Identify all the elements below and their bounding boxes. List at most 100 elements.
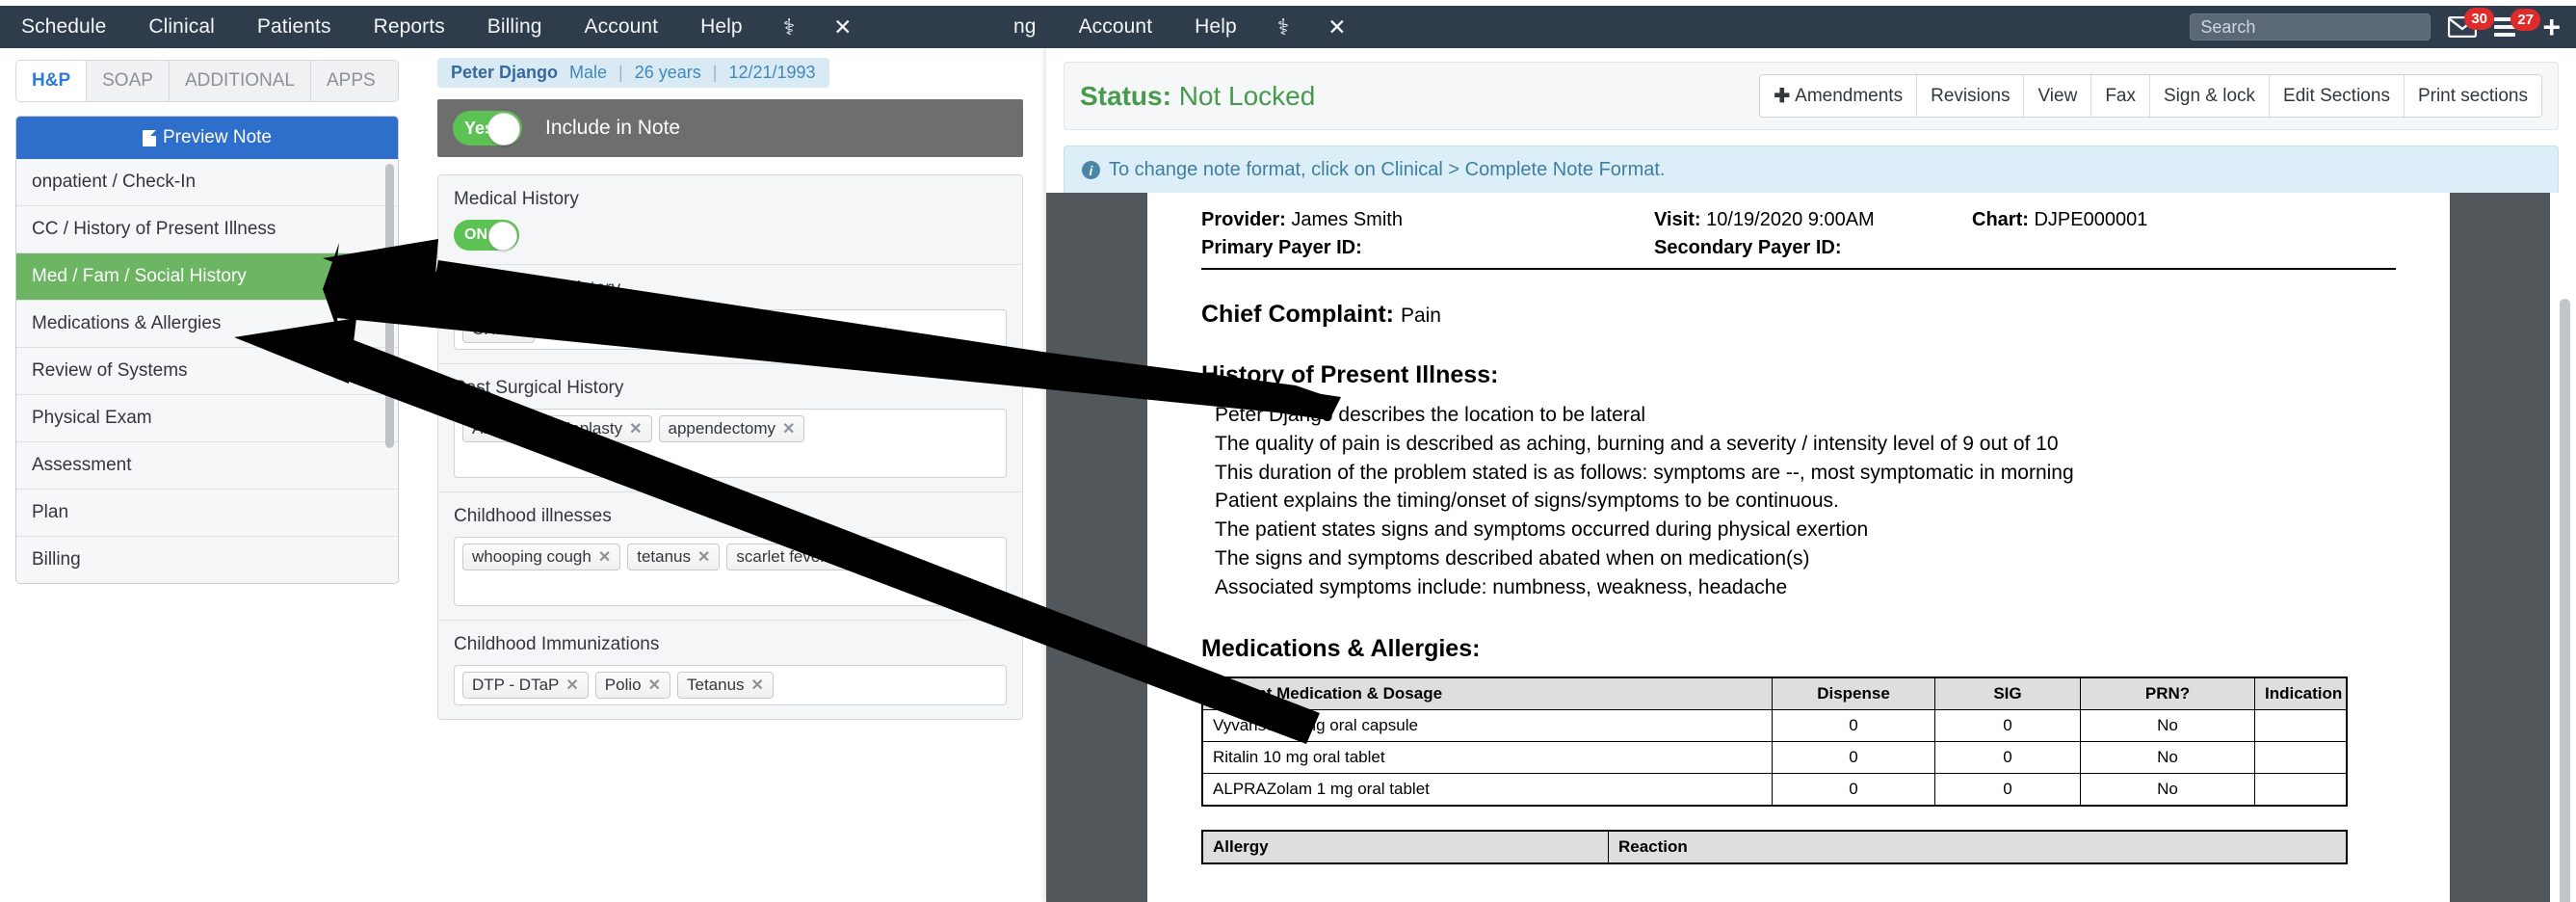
patient-banner[interactable]: Peter Django Male | 26 years | 12/21/199… (437, 58, 829, 88)
childhood-immunizations-input[interactable]: DTP - DTaP ✕ Polio ✕ Tetanus ✕ (454, 665, 1007, 705)
childhood-immunizations-title: Childhood Immunizations (454, 634, 660, 654)
nav-link-clinical[interactable]: Clinical (127, 15, 236, 39)
provider-label: Provider: (1201, 209, 1286, 230)
chart-field: Chart: DJPE000001 (1972, 206, 2396, 234)
medical-history-toggle[interactable]: ON (454, 220, 519, 251)
patient-name: Peter Django (451, 63, 559, 82)
toggle-knob (487, 113, 520, 146)
medications-allergies-heading: Medications & Allergies: (1201, 634, 1481, 662)
document-icon (143, 129, 156, 146)
tasks-menu-button[interactable]: 27 (2494, 9, 2540, 37)
tag-tetanus[interactable]: tetanus ✕ (627, 544, 721, 570)
tag-label: AP (472, 419, 494, 438)
nav-link-schedule[interactable]: Schedule (0, 15, 127, 39)
add-icon[interactable]: + (2542, 12, 2561, 43)
childhood-illnesses-block: Childhood illnesses whooping cough ✕ tet… (438, 492, 1022, 621)
fax-button[interactable]: Fax (2091, 75, 2150, 117)
sidebar-item-review-of-systems[interactable]: Review of Systems (16, 348, 398, 395)
chart-value: DJPE000001 (2034, 209, 2148, 230)
sidebar-item-cc-hpi[interactable]: CC / History of Present Illness (16, 206, 398, 253)
tag-whooping-cough[interactable]: whooping cough ✕ (462, 544, 621, 570)
note-document-body: Provider: James Smith Visit: 10/19/2020 … (1147, 193, 2450, 864)
tag-scarlet-fever[interactable]: scarlet fever ✕ (726, 544, 855, 570)
tab-additional[interactable]: ADDITIONAL (169, 61, 311, 101)
sidebar-item-plan[interactable]: Plan (16, 490, 398, 537)
search-input[interactable]: Search (2190, 13, 2431, 40)
tag-ap[interactable]: AP ✕ (462, 415, 524, 442)
sidebar-item-onpatient-checkin[interactable]: onpatient / Check-In (16, 159, 398, 206)
past-surgical-history-title: Past Surgical History (454, 378, 624, 398)
nav-link-account[interactable]: Account (564, 15, 680, 39)
tab-apps[interactable]: APPS (310, 61, 391, 101)
revisions-button[interactable]: Revisions (1917, 75, 2025, 117)
tag-tetanus-immunization[interactable]: Tetanus ✕ (677, 672, 774, 699)
medication-sig: 0 (1934, 708, 2081, 742)
tag-chf[interactable]: CHF ✕ (462, 316, 536, 343)
amendments-button[interactable]: ✚ Amendments (1760, 75, 1918, 117)
medication-dispense: 0 (1772, 740, 1935, 774)
hpi-line: Associated symptoms include: numbness, w… (1215, 575, 1788, 598)
tag-label: Tetanus (687, 676, 745, 694)
tag-label: appendectomy (668, 419, 776, 438)
caduceus-icon[interactable]: ⚕ (764, 15, 814, 39)
sidebar-scrollbar[interactable] (385, 164, 394, 448)
sidebar-item-med-fam-social-history[interactable]: Med / Fam / Social History (16, 253, 398, 301)
caduceus-icon[interactable]: ⚕ (1258, 15, 1308, 39)
info-icon: i (1082, 161, 1100, 179)
print-sections-button[interactable]: Print sections (2404, 75, 2541, 117)
remove-tag-icon[interactable]: ✕ (832, 547, 845, 567)
childhood-immunizations-block: Childhood Immunizations DTP - DTaP ✕ Pol… (438, 621, 1022, 719)
tag-dtp-dtap[interactable]: DTP - DTaP ✕ (462, 672, 589, 699)
past-medical-history-input[interactable]: CHF ✕ (454, 309, 1007, 350)
document-scrollbar[interactable] (2560, 299, 2570, 902)
sidebar-item-physical-exam[interactable]: Physical Exam (16, 395, 398, 442)
nav-link-help[interactable]: Help (679, 15, 764, 39)
medication-dispense: 0 (1772, 708, 1935, 742)
sign-and-lock-button[interactable]: Sign & lock (2150, 75, 2271, 117)
edit-sections-button[interactable]: Edit Sections (2270, 75, 2405, 117)
nav-link-help[interactable]: Help (1173, 15, 1258, 39)
table-row: ALPRAZolam 1 mg oral tablet 0 0 No (1201, 772, 2348, 807)
allergy-table: Allergy Reaction (1201, 829, 2348, 864)
medication-sig: 0 (1934, 740, 2081, 774)
meta-spacer (1972, 234, 2396, 262)
close-icon[interactable]: ✕ (1308, 15, 1365, 39)
medication-indication (2254, 772, 2348, 807)
sidebar-item-assessment[interactable]: Assessment (16, 442, 398, 490)
childhood-illnesses-input[interactable]: whooping cough ✕ tetanus ✕ scarlet fever… (454, 537, 1007, 606)
past-surgical-history-input[interactable]: AP ✕ angioplasty ✕ appendectomy ✕ (454, 409, 1007, 478)
past-medical-history-title: Past Medical History (454, 279, 621, 299)
preview-note-button[interactable]: Preview Note (16, 117, 398, 159)
tag-polio[interactable]: Polio ✕ (594, 672, 670, 699)
remove-tag-icon[interactable]: ✕ (648, 676, 661, 695)
medication-sig: 0 (1934, 772, 2081, 807)
nav-link-patients[interactable]: Patients (236, 15, 353, 39)
tab-soap[interactable]: SOAP (87, 61, 170, 101)
nav-link-billing-clipped[interactable]: ng (992, 15, 1058, 39)
remove-tag-icon[interactable]: ✕ (782, 419, 795, 438)
remove-tag-icon[interactable]: ✕ (565, 676, 578, 695)
include-in-note-toggle[interactable]: Yes (453, 111, 522, 146)
nav-link-account[interactable]: Account (1058, 15, 1174, 39)
sidebar-item-medications-allergies[interactable]: Medications & Allergies (16, 301, 398, 348)
tab-hp[interactable]: H&P (16, 61, 88, 101)
tag-angioplasty[interactable]: angioplasty ✕ (530, 415, 652, 442)
sidebar-item-billing[interactable]: Billing (16, 537, 398, 583)
plus-icon: ✚ (1774, 86, 1791, 107)
remove-tag-icon[interactable]: ✕ (751, 676, 764, 695)
table-header-row: Allergy Reaction (1201, 830, 2348, 864)
remove-tag-icon[interactable]: ✕ (501, 419, 513, 438)
tag-appendectomy[interactable]: appendectomy ✕ (658, 415, 805, 442)
remove-tag-icon[interactable]: ✕ (697, 547, 710, 567)
messages-button[interactable]: 30 (2448, 8, 2494, 38)
close-icon[interactable]: ✕ (814, 15, 871, 39)
remove-tag-icon[interactable]: ✕ (598, 547, 611, 567)
view-button[interactable]: View (2024, 75, 2092, 117)
nav-link-billing[interactable]: Billing (466, 15, 564, 39)
toggle-knob (488, 222, 517, 251)
visit-label: Visit: (1654, 209, 1701, 230)
hpi-line: The quality of pain is described as achi… (1215, 432, 2059, 455)
remove-tag-icon[interactable]: ✕ (629, 419, 642, 438)
nav-link-reports[interactable]: Reports (353, 15, 466, 39)
remove-tag-icon[interactable]: ✕ (513, 320, 525, 339)
